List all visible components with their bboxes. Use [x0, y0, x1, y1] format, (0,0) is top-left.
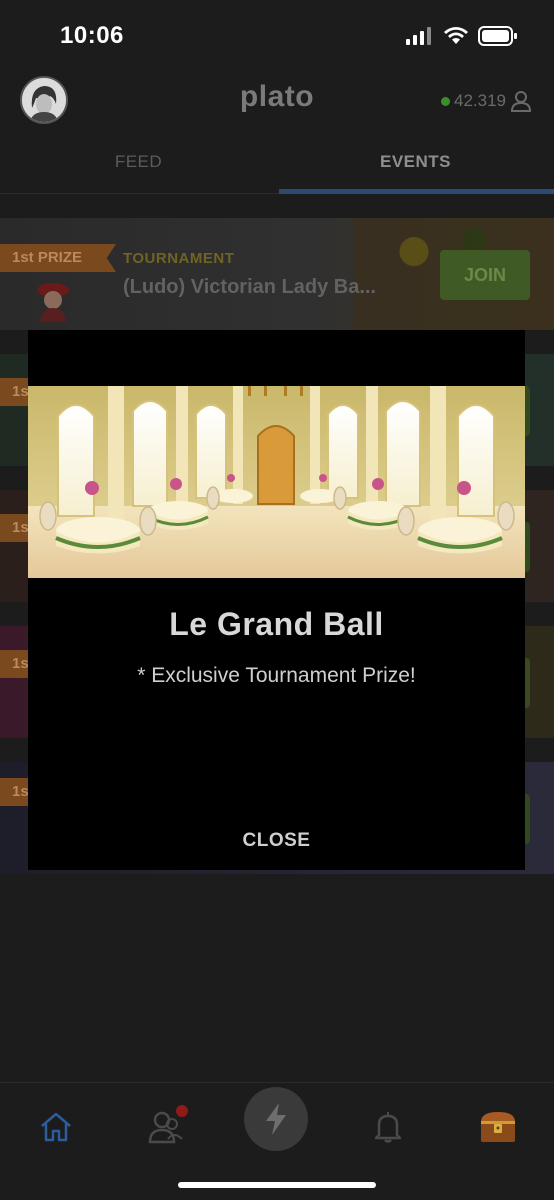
event-title: (Ludo) Victorian Lady Ba...	[123, 276, 376, 298]
tab-feed[interactable]: FEED	[0, 132, 277, 193]
lightning-icon	[266, 1103, 286, 1135]
bell-icon	[374, 1112, 402, 1143]
treasure-chest-icon	[481, 1112, 515, 1142]
modal-title: Le Grand Ball	[169, 606, 384, 642]
person-icon	[510, 91, 532, 112]
close-button[interactable]: CLOSE	[28, 830, 525, 852]
lady-avatar-icon	[37, 283, 69, 322]
event-type: TOURNAMENT	[123, 250, 235, 267]
status-time: 10:06	[60, 22, 124, 49]
ballroom-image	[28, 386, 525, 578]
nav-rewards[interactable]	[476, 1105, 520, 1149]
coin-count: 42.319	[454, 91, 506, 110]
nav-play[interactable]	[244, 1087, 308, 1151]
bottom-nav	[0, 1082, 554, 1200]
app-header: plato 42.319	[0, 72, 554, 132]
nav-notifications[interactable]	[366, 1105, 410, 1149]
coin-balance[interactable]: 42.319	[441, 90, 532, 112]
tab-bar: FEED EVENTS	[0, 132, 554, 194]
nav-friends[interactable]	[144, 1105, 188, 1149]
tab-events[interactable]: EVENTS	[277, 132, 554, 194]
nav-home[interactable]	[34, 1105, 78, 1149]
status-icons	[406, 26, 518, 46]
online-dot-icon	[441, 96, 450, 106]
ballroom-illustration	[28, 386, 525, 578]
prize-ribbon: 1st PRIZE	[0, 244, 116, 272]
home-indicator[interactable]	[178, 1182, 376, 1188]
signal-icon	[406, 27, 431, 45]
notification-badge	[176, 1105, 188, 1117]
status-bar: 10:06	[0, 0, 554, 72]
modal-subtitle: * Exclusive Tournament Prize!	[137, 664, 416, 687]
event-card[interactable]: 1st PRIZE TOURNAMENT (Ludo) Victorian La…	[0, 218, 554, 330]
home-icon	[41, 1112, 71, 1142]
wifi-icon	[444, 27, 468, 44]
join-button[interactable]: JOIN	[440, 250, 530, 300]
prize-modal: Le Grand Ball * Exclusive Tournament Pri…	[28, 330, 525, 870]
battery-icon	[478, 26, 517, 46]
